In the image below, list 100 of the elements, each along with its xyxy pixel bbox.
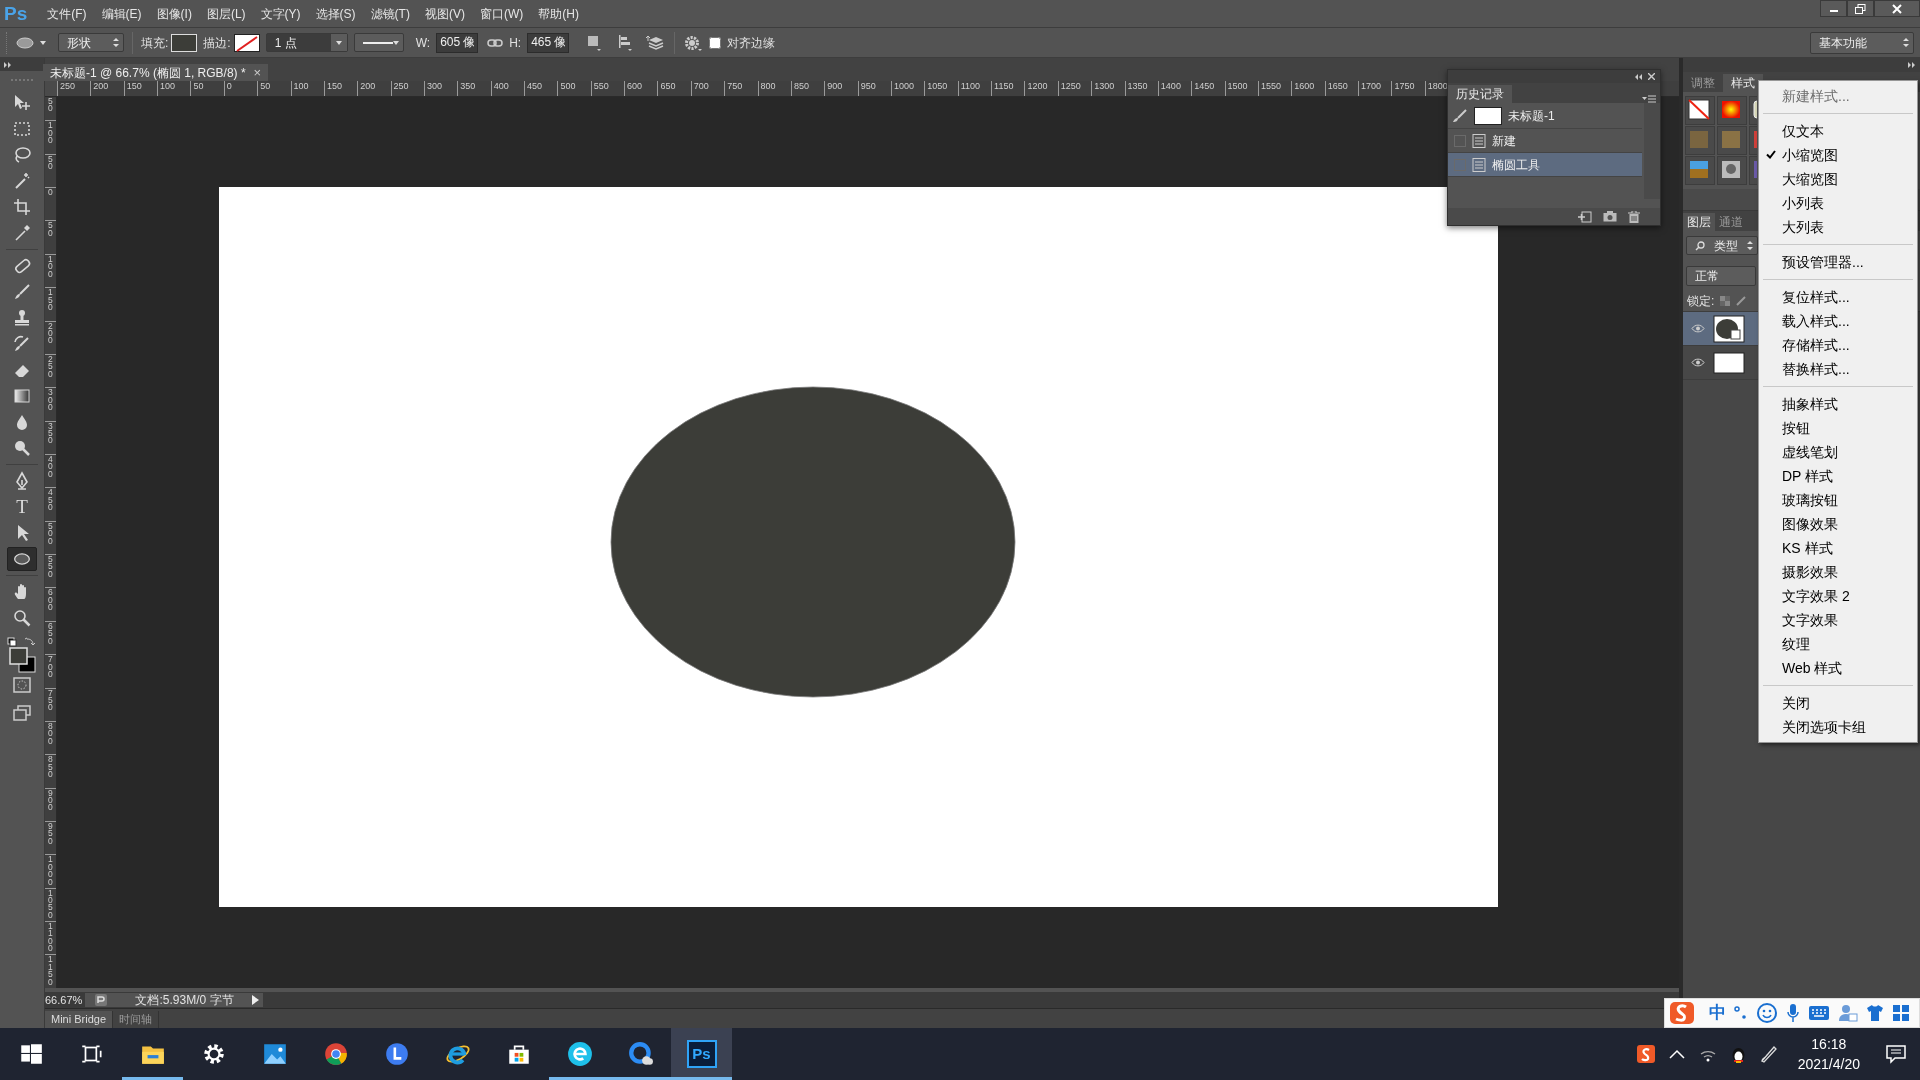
menu-item[interactable]: 复位样式...	[1761, 285, 1915, 309]
new-document-icon[interactable]	[1578, 210, 1592, 223]
panel-tab[interactable]: 图层	[1683, 213, 1715, 231]
color-swatches-drawing[interactable]	[7, 637, 37, 673]
smiley-icon[interactable]	[1756, 1002, 1778, 1024]
align-edges-checkbox[interactable]	[709, 36, 722, 49]
visibility-eye-icon[interactable]	[1691, 358, 1705, 367]
close-tab-button[interactable]: ×	[253, 65, 262, 80]
stroke-width-select[interactable]: 1 点	[265, 33, 348, 52]
ellipse-shape[interactable]	[610, 386, 1016, 698]
menu-item[interactable]: 纹理	[1761, 632, 1915, 656]
history-snapshot[interactable]: 未标题-1	[1448, 103, 1642, 129]
layer-row[interactable]	[1683, 312, 1758, 346]
sogou-logo-icon[interactable]	[1669, 1001, 1695, 1025]
menu-item[interactable]: 文字(Y)	[253, 3, 308, 24]
status-icon[interactable]	[95, 994, 107, 1007]
menu-item[interactable]: 关闭选项卡组	[1761, 715, 1915, 739]
menu-item[interactable]: KS 样式	[1761, 536, 1915, 560]
shirt-icon[interactable]	[1866, 1004, 1884, 1022]
style-thumbnail[interactable]	[1685, 96, 1715, 125]
style-thumbnail[interactable]	[1717, 126, 1747, 155]
trash-icon[interactable]	[1628, 210, 1640, 223]
style-thumbnail[interactable]	[1717, 96, 1747, 125]
lock-pixels-icon[interactable]	[1736, 295, 1747, 306]
style-thumbnail[interactable]	[1717, 156, 1747, 185]
menu-item[interactable]: 按钮	[1761, 416, 1915, 440]
menu-item[interactable]: 存储样式...	[1761, 333, 1915, 357]
fill-swatch[interactable]	[171, 33, 198, 52]
height-field[interactable]: 465 像	[527, 32, 570, 53]
penguin-icon[interactable]	[1730, 1045, 1746, 1063]
history-state[interactable]: 新建	[1448, 129, 1642, 153]
expand-arrow-icon[interactable]	[252, 995, 259, 1006]
menu-item[interactable]: 文字效果 2	[1761, 584, 1915, 608]
screen-mode-icon[interactable]	[13, 705, 31, 721]
menu-item[interactable]: 大列表	[1761, 215, 1915, 239]
layer-filter-select[interactable]: 类型	[1686, 236, 1758, 255]
menu-item[interactable]: 小列表	[1761, 191, 1915, 215]
style-thumbnail[interactable]	[1685, 156, 1715, 185]
grid-icon[interactable]	[1892, 1004, 1910, 1022]
panel-menu-icon[interactable]	[1642, 95, 1656, 103]
path-operations-icon[interactable]	[587, 34, 602, 51]
type-tool[interactable]: T	[7, 495, 37, 519]
panel-tab[interactable]: 历史记录	[1448, 85, 1512, 103]
workspace-select[interactable]: 基本功能	[1810, 31, 1914, 54]
menu-item[interactable]: 摄影效果	[1761, 560, 1915, 584]
microphone-icon[interactable]	[1786, 1003, 1800, 1023]
chevron-up-icon[interactable]	[1668, 1049, 1685, 1059]
tool-preset-button[interactable]	[16, 36, 46, 49]
pen-icon[interactable]	[1759, 1045, 1778, 1063]
menu-item[interactable]: 滤镜(T)	[363, 3, 417, 24]
panel-tab[interactable]: Mini Bridge	[45, 1011, 114, 1028]
menu-item[interactable]: 帮助(H)	[531, 3, 586, 24]
keyboard-icon[interactable]	[1808, 1005, 1830, 1021]
mode-select[interactable]: 形状	[58, 33, 124, 52]
user-icon[interactable]	[1838, 1003, 1858, 1023]
menu-item[interactable]: 大缩览图	[1761, 167, 1915, 191]
menu-item[interactable]: 图像效果	[1761, 512, 1915, 536]
menu-item[interactable]: DP 样式	[1761, 464, 1915, 488]
close-icon[interactable]	[1648, 73, 1655, 80]
menu-item[interactable]: 图像(I)	[149, 3, 199, 24]
width-field[interactable]: 605 像	[436, 32, 479, 53]
history-state[interactable]: 椭圆工具	[1448, 153, 1642, 177]
menu-item[interactable]: 预设管理器...	[1761, 250, 1915, 274]
stroke-swatch[interactable]	[233, 33, 260, 52]
stroke-style-select[interactable]	[353, 33, 404, 52]
visibility-eye-icon[interactable]	[1691, 324, 1705, 333]
menu-item[interactable]: 文字效果	[1761, 608, 1915, 632]
menu-item[interactable]: 玻璃按钮	[1761, 488, 1915, 512]
menu-item[interactable]: 视图(V)	[417, 3, 472, 24]
menu-item[interactable]: 虚线笔划	[1761, 440, 1915, 464]
style-thumbnail[interactable]	[1685, 126, 1715, 155]
notification-icon[interactable]	[1886, 1044, 1906, 1064]
menu-item[interactable]: 替换样式...	[1761, 357, 1915, 381]
menu-item[interactable]: 选择(S)	[308, 3, 363, 24]
menu-item[interactable]: Web 样式	[1761, 656, 1915, 680]
menu-item[interactable]: 小缩览图	[1761, 143, 1915, 167]
sogou-icon[interactable]	[1636, 1045, 1655, 1063]
menu-item[interactable]: 窗口(W)	[472, 3, 531, 24]
menu-item[interactable]: 载入样式...	[1761, 309, 1915, 333]
menu-item[interactable]: 编辑(E)	[94, 3, 149, 24]
menu-item[interactable]: 抽象样式	[1761, 392, 1915, 416]
input-mode-toggle[interactable]: 中	[1709, 1000, 1726, 1026]
blend-mode-select[interactable]: 正常	[1686, 266, 1756, 286]
panel-tab[interactable]: 样式	[1723, 74, 1763, 92]
canvas[interactable]	[219, 187, 1498, 907]
menu-item[interactable]: 文件(F)	[40, 3, 94, 24]
settings-icon[interactable]	[683, 33, 704, 52]
camera-icon[interactable]	[1603, 211, 1617, 222]
punctuation-icon[interactable]	[1734, 1005, 1748, 1021]
minimize-button[interactable]	[1820, 0, 1847, 17]
taskbar-app[interactable]: Ps	[671, 1028, 732, 1080]
path-alignment-icon[interactable]	[618, 34, 633, 51]
document-tab[interactable]: 未标题-1 @ 66.7% (椭圆 1, RGB/8) * ×	[43, 64, 269, 81]
restore-button[interactable]	[1847, 0, 1874, 17]
menu-item[interactable]: 仅文本	[1761, 119, 1915, 143]
close-window-button[interactable]	[1874, 0, 1920, 17]
menu-item[interactable]: 关闭	[1761, 691, 1915, 715]
quick-mask-icon[interactable]	[13, 677, 31, 693]
menu-item[interactable]: 图层(L)	[199, 3, 253, 24]
collapse-icon[interactable]	[4, 61, 12, 68]
